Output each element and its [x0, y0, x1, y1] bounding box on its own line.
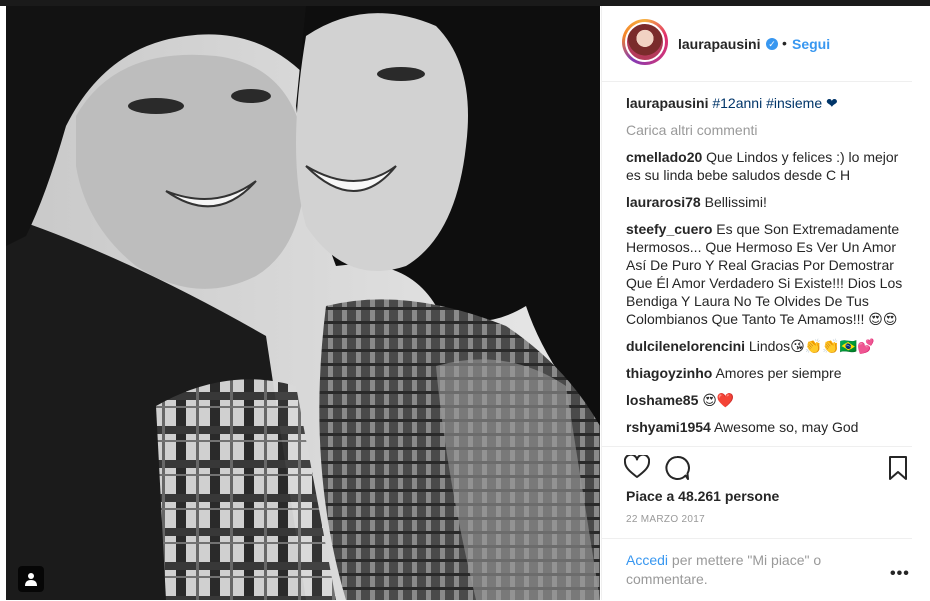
verified-badge-icon: ✓ [766, 38, 778, 50]
person-icon [25, 573, 37, 586]
follow-button[interactable]: Segui [792, 36, 830, 52]
comment-username[interactable]: dulcilenelorencini [626, 338, 745, 354]
comment-button[interactable] [664, 455, 690, 486]
more-options-button[interactable]: ••• [890, 565, 910, 583]
comment-item: loshame85 😍❤️ [626, 391, 912, 409]
like-button[interactable] [623, 453, 651, 484]
profile-avatar[interactable] [622, 19, 668, 65]
post-date[interactable]: 22 MARZO 2017 [626, 514, 705, 525]
comment-item: steefy_cuero Es que Son Extremadamente H… [626, 220, 912, 328]
login-prompt: Accedi per mettere "Mi piace" o commenta… [626, 551, 856, 589]
comment-text: Amores per siempre [715, 365, 842, 381]
header-separator: • [782, 35, 787, 51]
comment-username[interactable]: steefy_cuero [626, 221, 712, 237]
comment-item: dulcilenelorencini Lindos😘👏👏🇧🇷💕 [626, 337, 912, 355]
comment-text: Bellissimi! [704, 194, 767, 210]
comment-username[interactable]: thiagoyzinho [626, 365, 712, 381]
post-header: laurapausini ✓ • Segui [602, 6, 912, 82]
photo-illustration [6, 6, 600, 600]
avatar-image [625, 22, 665, 62]
load-more-comments-button[interactable]: Carica altri commenti [626, 121, 912, 139]
likes-count[interactable]: Piace a 48.261 persone [626, 488, 779, 504]
bookmark-icon [889, 456, 907, 480]
comment-item: rshyami1954 Awesome so, may God [626, 418, 912, 436]
login-footer: Accedi per mettere "Mi piace" o commenta… [602, 538, 912, 601]
caption-text[interactable]: #12anni #insieme ❤ [712, 95, 837, 111]
header-username[interactable]: laurapausini [678, 36, 760, 52]
comment-item: laurarosi78 Bellissimi! [626, 193, 912, 211]
save-button[interactable] [888, 455, 908, 486]
comment-username[interactable]: rshyami1954 [626, 419, 711, 435]
comment-text: Awesome so, may God [713, 419, 859, 435]
caption: laurapausini #12anni #insieme ❤ [626, 94, 912, 112]
comment-item: cmellado20 Que Lindos y felices :) lo me… [626, 148, 912, 184]
comment-username[interactable]: cmellado20 [626, 149, 702, 165]
comment-text: Lindos😘👏👏🇧🇷💕 [748, 338, 875, 354]
comment-username[interactable]: laurarosi78 [626, 194, 701, 210]
tagged-people-button[interactable] [18, 566, 44, 592]
action-bar [602, 446, 912, 487]
caption-username[interactable]: laurapausini [626, 95, 708, 111]
comment-item: thiagoyzinho Amores per siempre [626, 364, 912, 382]
comment-text: 😍❤️ [702, 392, 735, 408]
post-details-panel: laurapausini ✓ • Segui laurapausini #12a… [601, 6, 930, 600]
comment-username[interactable]: loshame85 [626, 392, 698, 408]
post-photo[interactable] [6, 6, 600, 600]
comment-bubble-icon [665, 455, 690, 480]
login-link[interactable]: Accedi [626, 552, 668, 568]
comments-list[interactable]: laurapausini #12anni #insieme ❤ Carica a… [626, 94, 912, 446]
heart-icon [623, 453, 651, 478]
